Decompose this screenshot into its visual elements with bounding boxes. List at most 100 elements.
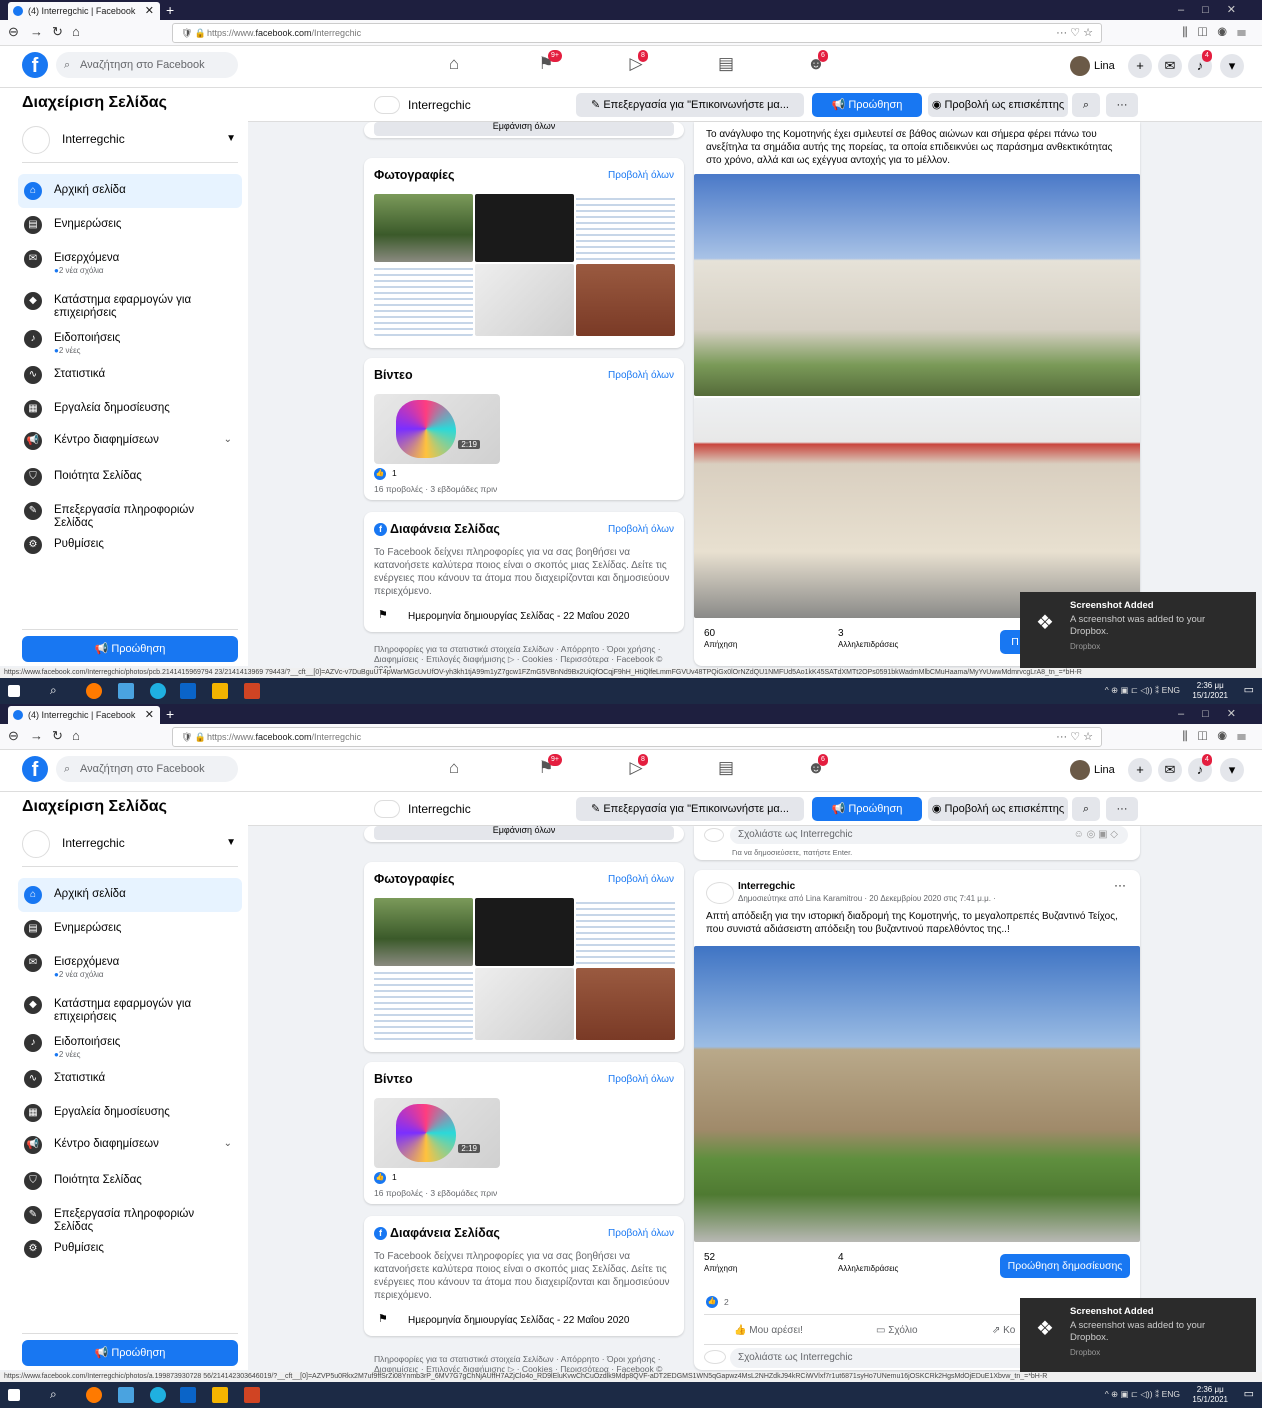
sidebar-item[interactable]: ⛉ Ποιότητα Σελίδας (18, 1164, 242, 1198)
notifications-bell-icon[interactable]: ♪ 4 (1188, 50, 1212, 78)
page-selector[interactable]: Interregchic ▼ (22, 828, 240, 858)
photo-thumbnail[interactable] (374, 194, 473, 262)
url-bar[interactable]: 🛡 🔒 https://www.facebook.com/Interregchic… (172, 23, 1102, 43)
browser-toolbar-icons[interactable]: ⫼◫◉☰ (1182, 25, 1256, 40)
sidebar-item[interactable]: ∿ Στατιστικά (18, 1062, 242, 1096)
app-icon[interactable] (118, 683, 134, 699)
back-icon[interactable]: ⊖ (8, 728, 19, 744)
photo-thumbnail[interactable] (576, 968, 675, 1040)
transparency-see-all-link[interactable]: Προβολή όλων (608, 1228, 674, 1239)
marketplace-icon[interactable]: ▤ (716, 758, 736, 778)
comment-action-button[interactable]: ▭ Σχόλιο (876, 1324, 918, 1337)
search-icon[interactable]: ⌕ (50, 683, 66, 699)
sidebar-item[interactable]: ⚙ Ρυθμίσεις (18, 528, 242, 562)
sidebar-item[interactable]: ⚙ Ρυθμίσεις (18, 1232, 242, 1266)
home-icon[interactable]: ⌂ (72, 728, 80, 743)
app-icon[interactable] (118, 1387, 134, 1403)
see-all-card[interactable]: Εμφάνιση όλων (364, 826, 684, 842)
post-photo-byzantine-wall[interactable] (694, 946, 1140, 1242)
profile-button[interactable]: Lina (1070, 54, 1115, 78)
firefox-icon[interactable] (86, 683, 102, 699)
post-author[interactable]: Interregchic (738, 880, 795, 893)
page-name-header[interactable]: Interregchic (374, 96, 471, 114)
create-icon[interactable]: + (1128, 758, 1152, 782)
reload-icon[interactable]: ↻ (52, 24, 63, 40)
facebook-logo-icon[interactable]: f (22, 756, 48, 782)
new-tab-icon[interactable]: + (166, 2, 174, 18)
browser-tab[interactable]: (4) Interregchic | Facebook ✕ (8, 706, 160, 724)
sidebar-item[interactable]: ✎ Επεξεργασία πληροφοριών Σελίδας (18, 1198, 242, 1233)
home-icon[interactable]: ⌂ (72, 24, 80, 39)
edge-icon[interactable] (150, 683, 166, 699)
dropbox-toast[interactable]: ❖ Screenshot Added A screenshot was adde… (1020, 592, 1256, 668)
promote-post-button[interactable]: Προώθηση δημοσίευσης (1000, 1254, 1130, 1278)
sidebar-item[interactable]: 📢 Κέντρο διαφημίσεων ⌄ (18, 1128, 242, 1162)
bookmark-star-icon[interactable]: ··· ♡ ☆ (1056, 24, 1093, 42)
new-tab-icon[interactable]: + (166, 706, 174, 722)
sidebar-promote-button[interactable]: 📢 Προώθηση (22, 636, 238, 662)
like-action-button[interactable]: 👍 Μου αρέσει! (734, 1324, 803, 1337)
post-photo-building[interactable] (694, 398, 1140, 618)
facebook-logo-icon[interactable]: f (22, 52, 48, 78)
sidebar-item[interactable]: ▦ Εργαλεία δημοσίευσης (18, 1096, 242, 1130)
sidebar-item[interactable]: ∿ Στατιστικά (18, 358, 242, 392)
photo-thumbnail[interactable] (576, 898, 675, 966)
chevron-down-icon[interactable]: ⌄ (224, 434, 232, 445)
profile-button[interactable]: Lina (1070, 758, 1115, 782)
page-selector[interactable]: Interregchic ▼ (22, 124, 240, 154)
outlook-icon[interactable] (180, 1387, 196, 1403)
share-action-button[interactable]: ⇗ Κο (992, 1324, 1015, 1337)
photo-thumbnail[interactable] (475, 194, 574, 262)
sidebar-item[interactable]: ✉ Εισερχόμενα 2 νέα σχόλια (18, 242, 242, 276)
back-icon[interactable]: ⊖ (8, 24, 19, 40)
see-all-button[interactable]: Εμφάνιση όλων (374, 122, 674, 136)
view-as-visitor-button[interactable]: ◉ Προβολή ως επισκέπτης (928, 797, 1068, 821)
watch-icon[interactable]: ▷ 8 (626, 754, 648, 778)
video-thumbnail[interactable]: 2:19 (374, 394, 500, 464)
sidebar-item[interactable]: ⌂ Αρχική σελίδα (18, 174, 242, 208)
see-all-button[interactable]: Εμφάνιση όλων (374, 826, 674, 840)
system-tray[interactable]: ^ ⊕ ▣ ⊏ ◁)) ⁑ ENG (1105, 685, 1180, 696)
edit-cta-button[interactable]: ✎ Επεξεργασία για "Επικοινωνήστε μα... (576, 93, 804, 117)
marketplace-icon[interactable]: ▤ (716, 54, 736, 74)
sidebar-item[interactable]: ⛉ Ποιότητα Σελίδας (18, 460, 242, 494)
sidebar-promote-button[interactable]: 📢 Προώθηση (22, 1340, 238, 1366)
photos-see-all-link[interactable]: Προβολή όλων (608, 874, 674, 885)
videos-see-all-link[interactable]: Προβολή όλων (608, 370, 674, 381)
search-input[interactable]: ⌕ Αναζήτηση στο Facebook (56, 52, 238, 78)
action-center-icon[interactable]: ▭ (1244, 1387, 1254, 1403)
sidebar-item[interactable]: ♪ Ειδοποιήσεις 2 νέες (18, 1026, 242, 1060)
photo-thumbnail[interactable] (475, 898, 574, 966)
see-all-card[interactable]: Εμφάνιση όλων (364, 122, 684, 138)
url-bar[interactable]: 🛡 🔒 https://www.facebook.com/Interregchic… (172, 727, 1102, 747)
view-as-visitor-button[interactable]: ◉ Προβολή ως επισκέπτης (928, 93, 1068, 117)
file-explorer-icon[interactable] (212, 683, 228, 699)
photo-thumbnail[interactable] (374, 264, 473, 336)
search-page-icon[interactable]: ⌕ (1072, 93, 1100, 117)
forward-icon[interactable]: → (30, 24, 43, 39)
clock[interactable]: 2:36 μμ 15/1/2021 (1192, 681, 1228, 701)
promote-button[interactable]: 📢 Προώθηση (812, 93, 922, 117)
comment-input[interactable]: Σχολιάστε ως Interregchic ☺ ◎ ▣ ◇ (730, 826, 1128, 844)
chevron-down-icon[interactable]: ⌄ (224, 1138, 232, 1149)
groups-icon[interactable]: ☻ 6 (806, 50, 828, 74)
create-icon[interactable]: + (1128, 54, 1152, 78)
search-page-icon[interactable]: ⌕ (1072, 797, 1100, 821)
close-tab-icon[interactable]: ✕ (145, 706, 154, 724)
dropbox-toast[interactable]: ❖ Screenshot Added A screenshot was adde… (1020, 1298, 1256, 1374)
close-tab-icon[interactable]: ✕ (145, 2, 154, 20)
forward-icon[interactable]: → (30, 728, 43, 743)
sidebar-item[interactable]: ✎ Επεξεργασία πληροφοριών Σελίδας (18, 494, 242, 529)
videos-see-all-link[interactable]: Προβολή όλων (608, 1074, 674, 1085)
windows-start-icon[interactable] (8, 685, 20, 697)
post-photo-mansion[interactable] (694, 174, 1140, 396)
sidebar-item[interactable]: ⌂ Αρχική σελίδα (18, 878, 242, 912)
clock[interactable]: 2:36 μμ 15/1/2021 (1192, 1385, 1228, 1405)
action-center-icon[interactable]: ▭ (1244, 683, 1254, 699)
window-controls[interactable]: –□✕ (1178, 3, 1254, 16)
post-options-icon[interactable]: ··· (1114, 878, 1126, 892)
search-input[interactable]: ⌕ Αναζήτηση στο Facebook (56, 756, 238, 782)
pages-flag-icon[interactable]: ⚑ 9+ (536, 754, 562, 778)
windows-start-icon[interactable] (8, 1389, 20, 1401)
search-icon[interactable]: ⌕ (50, 1387, 66, 1403)
